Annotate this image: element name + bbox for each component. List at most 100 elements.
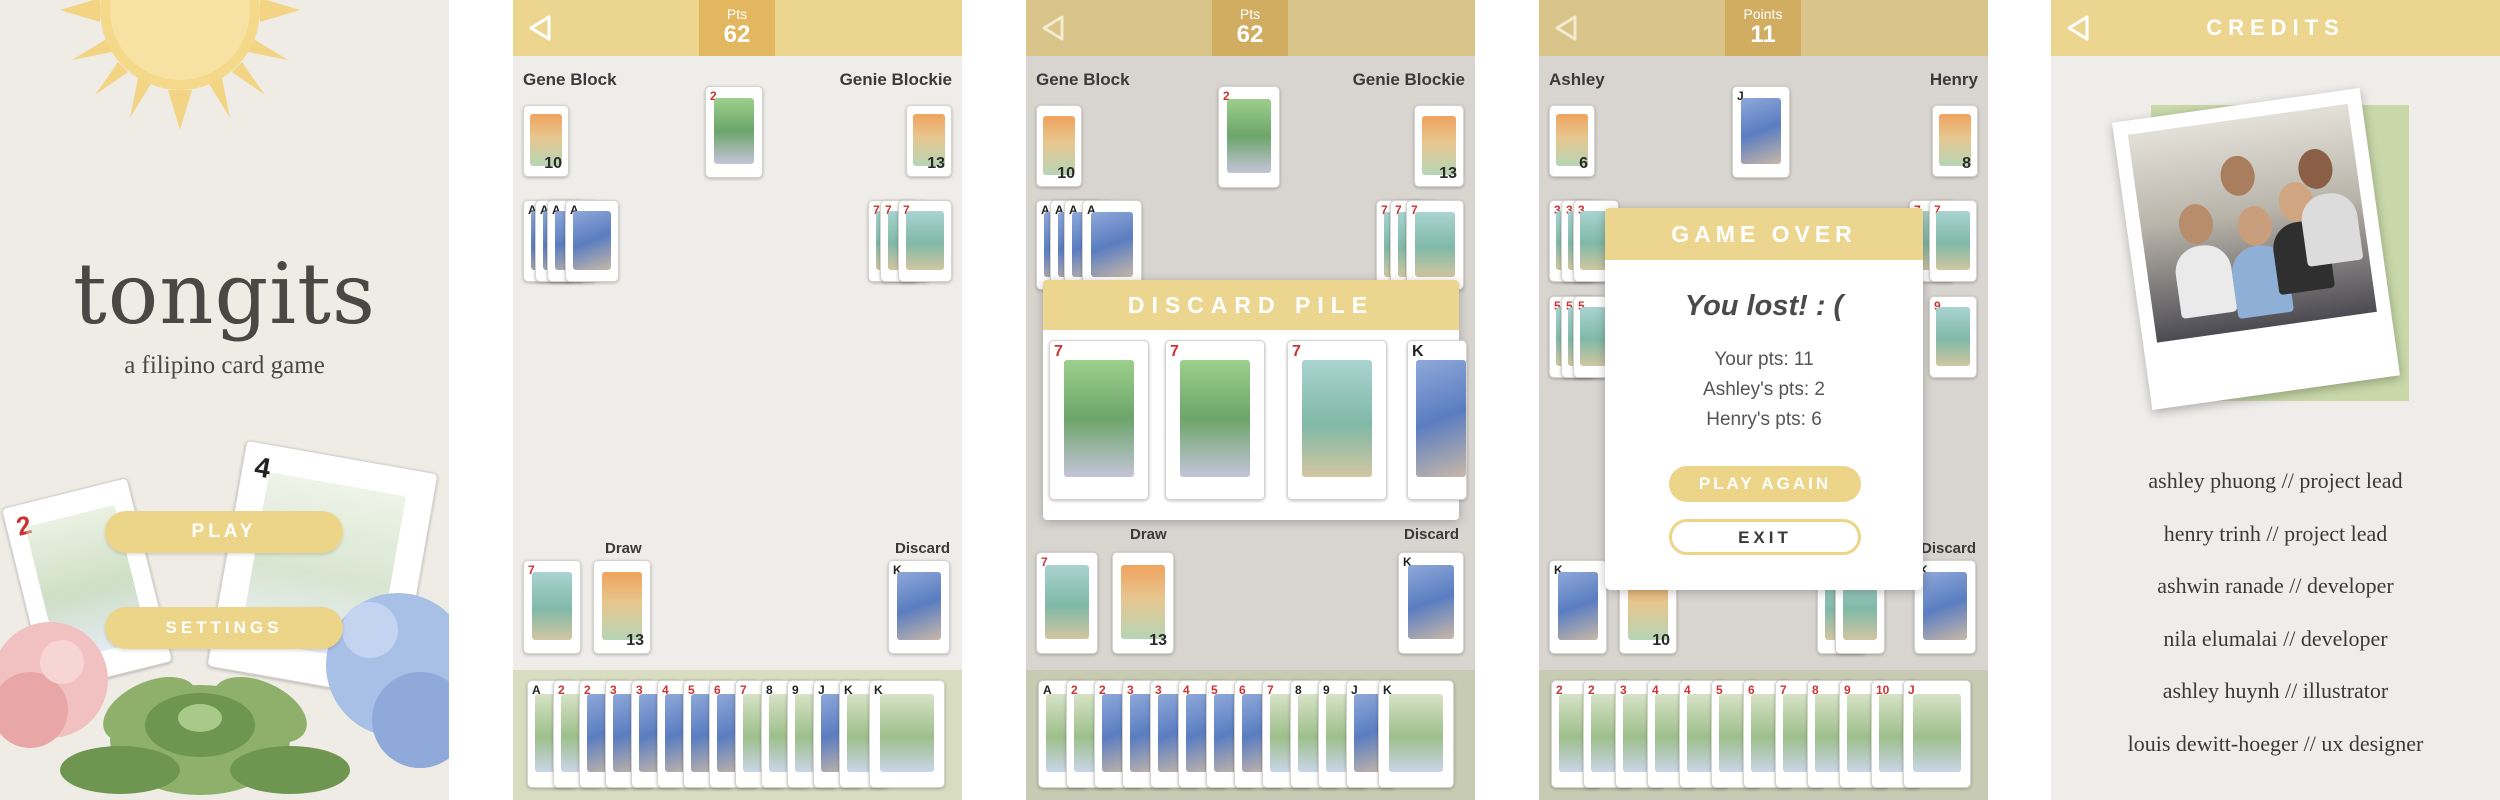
score-box: Pts 62: [699, 0, 775, 56]
card-count: 8: [1962, 155, 1971, 172]
card-count: 10: [1057, 165, 1075, 182]
modal-title: DISCARD PILE: [1043, 280, 1459, 330]
score-label: Points: [1743, 6, 1783, 22]
own-meld-card[interactable]: 7: [523, 560, 581, 654]
credit-line: ashley phuong // project lead: [2148, 468, 2403, 493]
result-message: You lost! : (: [1684, 290, 1844, 322]
credit-line: henry trinh // project lead: [2163, 521, 2388, 546]
credits-header: CREDITS: [2051, 0, 2500, 56]
page-title: CREDITS: [2206, 15, 2345, 40]
credit-line: ashwin ranade // developer: [2157, 573, 2394, 598]
right-player-hand: 13: [906, 105, 952, 177]
center-card: J: [1732, 86, 1790, 178]
meld-card[interactable]: A: [565, 200, 619, 282]
right-player-hand: 8: [1932, 105, 1978, 177]
pile-card[interactable]: K: [1407, 340, 1467, 500]
app-logo: tongits: [73, 245, 376, 343]
discard-pile: K: [1398, 552, 1464, 654]
card-count: 10: [544, 155, 562, 172]
settings-button[interactable]: SETTINGS: [105, 607, 343, 649]
discard-pile: K: [1914, 560, 1976, 654]
play-button[interactable]: PLAY: [105, 511, 343, 553]
discard-pile[interactable]: K: [888, 560, 950, 654]
sun-illustration: [60, 0, 300, 130]
stat-line: Ashley's pts: 2: [1703, 379, 1825, 400]
discard-label: Discard: [895, 540, 951, 557]
floral-illustration: [0, 593, 449, 795]
score-value: 62: [1236, 21, 1264, 48]
game-header: Pts 62: [1026, 0, 1475, 56]
game-screen: Pts 62 Gene Block Genie Blockie 10 2 13 …: [513, 0, 962, 800]
score-box: Points 11: [1725, 0, 1801, 56]
left-player-name: Gene Block: [1036, 70, 1130, 89]
play-again-button[interactable]: PLAY AGAIN: [1669, 466, 1861, 502]
stat-line: Your pts: 11: [1714, 349, 1814, 370]
game-over-screen: Points 11 Ashley Henry 6 J 8 3 3 3 5 5 5…: [1539, 0, 1988, 800]
own-meld-card: K: [1549, 560, 1607, 654]
draw-label: Draw: [1130, 526, 1167, 543]
score-value: 62: [723, 21, 751, 48]
exit-button[interactable]: EXIT: [1669, 519, 1861, 555]
meld-card: A: [1082, 200, 1142, 290]
left-player-hand: 10: [523, 105, 569, 177]
center-card: 2: [705, 86, 763, 178]
credits-screen: CREDITS ashley phuong // project lead he…: [2051, 0, 2500, 800]
credit-line: ashley huynh // illustrator: [2162, 678, 2389, 703]
score-box: Pts 62: [1212, 0, 1288, 56]
credit-line: nila elumalai // developer: [2163, 626, 2388, 651]
team-photo: [2112, 88, 2400, 410]
card-count: 6: [1579, 155, 1588, 172]
left-player-hand: 6: [1549, 105, 1595, 177]
score-value: 11: [1750, 21, 1776, 48]
draw-pile[interactable]: 13: [593, 560, 651, 654]
center-card: 2: [1218, 86, 1280, 188]
back-arrow-icon[interactable]: [1040, 14, 1068, 42]
hand-card: K: [1378, 680, 1454, 788]
modal-title: GAME OVER: [1605, 208, 1923, 260]
meld-card: 7: [1929, 200, 1977, 282]
own-meld-card: 7: [1036, 552, 1098, 654]
hand-card: J: [1903, 680, 1971, 788]
discard-pile-screen: Pts 62 Gene Block Genie Blockie 10 2 13 …: [1026, 0, 1475, 800]
game-header: Pts 62: [513, 0, 962, 56]
score-label: Pts: [1239, 6, 1261, 22]
draw-pile: 13: [1112, 552, 1174, 654]
credit-line: louis dewitt-hoeger // ux designer: [2127, 731, 2424, 756]
hand-card[interactable]: K: [869, 680, 945, 788]
draw-count: 13: [1149, 632, 1167, 649]
discard-label: Discard: [1921, 540, 1977, 557]
card-count: 10: [1652, 632, 1670, 649]
tagline: a filipino card game: [124, 352, 325, 379]
draw-count: 13: [626, 632, 644, 649]
score-stats: Your pts: 11 Ashley's pts: 2 Henry's pts…: [1605, 345, 1923, 435]
meld-card[interactable]: 7: [898, 200, 952, 282]
title-screen: tongits a filipino card game 2 4 PLAY SE…: [0, 0, 449, 800]
player-hand-tray: A 2 2 3 3 4 5 6 7 8 9 J K: [1026, 670, 1475, 800]
left-player-hand: 10: [1036, 105, 1082, 187]
meld-card: 9: [1929, 296, 1977, 378]
left-player-name: Gene Block: [523, 70, 617, 89]
right-player-name: Genie Blockie: [839, 70, 952, 89]
pile-card[interactable]: 7: [1165, 340, 1265, 500]
right-player-name: Genie Blockie: [1352, 70, 1465, 89]
card-count: 13: [1439, 165, 1457, 182]
right-player-name: Henry: [1929, 70, 1978, 89]
discard-pile-modal: DISCARD PILE 7 7 7 K: [1043, 280, 1467, 520]
back-arrow-icon[interactable]: [527, 14, 555, 42]
card-count: 13: [927, 155, 945, 172]
draw-label: Draw: [605, 540, 642, 557]
game-header: Points 11: [1539, 0, 1988, 56]
stat-line: Henry's pts: 6: [1706, 409, 1822, 430]
back-arrow-icon[interactable]: [1553, 14, 1581, 42]
score-label: Pts: [726, 6, 748, 22]
pile-card[interactable]: 7: [1049, 340, 1149, 500]
player-hand-tray: A 2 2 3 3 4 5 6 7 8 9 J K K: [513, 670, 962, 800]
player-hand-tray: 2 2 3 4 4 5 6 7 8 9 10 J: [1539, 670, 1988, 800]
left-player-name: Ashley: [1549, 70, 1605, 89]
team-photo-image: [2127, 103, 2377, 343]
discard-label: Discard: [1404, 526, 1460, 543]
pile-card[interactable]: 7: [1287, 340, 1387, 500]
meld-card: 7: [1406, 200, 1464, 290]
right-player-hand: 13: [1414, 105, 1464, 187]
game-over-modal: GAME OVER You lost! : ( Your pts: 11 Ash…: [1605, 208, 1923, 590]
